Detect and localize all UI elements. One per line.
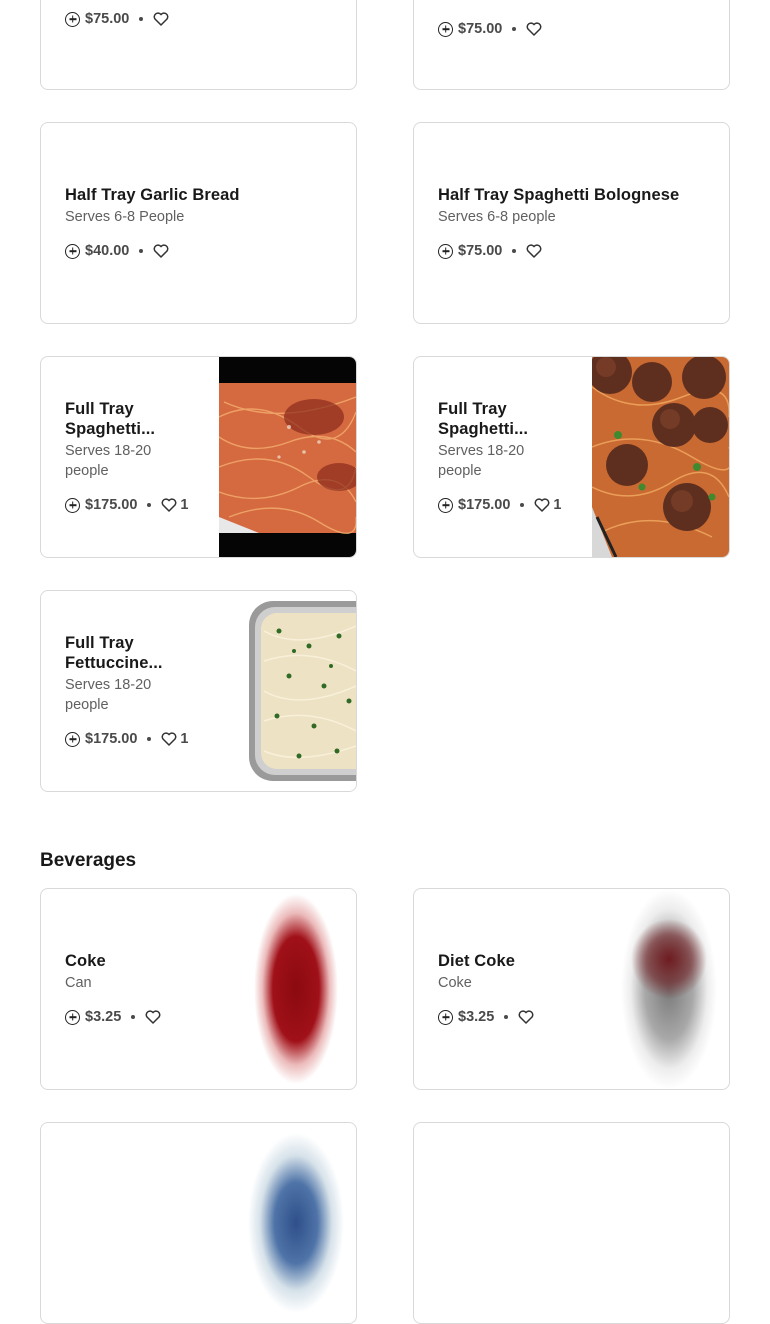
plus-circle-icon[interactable] <box>65 731 80 747</box>
beverage-photo <box>196 1123 356 1323</box>
item-meta: $175.00 1 <box>65 495 192 515</box>
diet-coke-can-photo <box>569 889 729 1089</box>
plus-circle-icon[interactable] <box>65 243 80 259</box>
item-meta: $175.00 1 <box>438 495 565 515</box>
item-title: Half Tray Spaghetti Bolognese <box>438 186 680 204</box>
item-price: $75.00 <box>458 243 503 259</box>
heart-icon[interactable] <box>153 244 169 258</box>
item-meta: $75.00 <box>65 9 332 29</box>
separator-dot <box>504 1015 509 1019</box>
plus-circle-icon[interactable] <box>65 497 80 513</box>
plus-circle-icon[interactable] <box>65 1009 80 1025</box>
item-price: $75.00 <box>458 21 503 37</box>
item-description: Serves 18-20 people <box>65 443 152 479</box>
menu-item-card[interactable]: Half Tray Garlic Bread Serves 6-8 People… <box>40 122 357 324</box>
item-meta: $3.25 <box>65 1007 192 1027</box>
separator-dot <box>131 1015 136 1019</box>
heart-icon[interactable] <box>526 244 542 258</box>
menu-item-card[interactable] <box>40 1122 357 1324</box>
item-price: $175.00 <box>458 497 511 513</box>
plus-circle-icon[interactable] <box>438 497 453 513</box>
like-count: 1 <box>180 731 189 747</box>
heart-icon[interactable] <box>534 498 550 512</box>
item-title: Coke <box>65 952 106 970</box>
coke-can-photo <box>196 889 356 1089</box>
item-price: $75.00 <box>85 11 130 27</box>
spaghetti-with-tomato-sauce-photo <box>219 357 356 557</box>
like-count: 1 <box>180 497 189 513</box>
item-description: Serves 6-8 People <box>65 209 185 225</box>
menu-item-card[interactable]: Full Tray Spaghetti... Serves 18-20 peop… <box>40 356 357 558</box>
separator-dot <box>139 17 144 21</box>
item-description: Serves 18-20 people <box>438 443 525 479</box>
plus-circle-icon[interactable] <box>438 243 453 259</box>
menu-item-card[interactable]: Full Tray Fettuccine... Serves 18-20 peo… <box>40 590 357 792</box>
item-title: Full Tray Fettuccine... <box>65 634 163 672</box>
item-description: Coke <box>438 975 472 991</box>
item-meta: $3.25 <box>438 1007 565 1027</box>
menu-item-card[interactable]: Diet Coke Coke $3.25 <box>413 888 730 1090</box>
item-price: $3.25 <box>458 1009 495 1025</box>
menu-item-card[interactable]: $75.00 <box>413 0 730 90</box>
separator-dot <box>512 27 517 31</box>
like-count: 1 <box>553 497 562 513</box>
menu-item-card[interactable]: Half Tray Spaghetti Bolognese Serves 6-8… <box>413 122 730 324</box>
item-description: Can <box>65 975 92 991</box>
item-meta: $40.00 <box>65 241 332 261</box>
separator-dot <box>147 737 152 741</box>
separator-dot <box>520 503 525 507</box>
item-title: Full Tray Spaghetti... <box>438 400 529 438</box>
item-meta: $175.00 1 <box>65 729 192 749</box>
plus-circle-icon[interactable] <box>65 11 80 27</box>
spaghetti-and-meatballs-photo <box>592 357 729 557</box>
separator-dot <box>147 503 152 507</box>
item-description: Serves 18-20 people <box>65 677 152 713</box>
menu-item-card[interactable]: Full Tray Spaghetti... Serves 18-20 peop… <box>413 356 730 558</box>
menu-item-card[interactable]: $75.00 <box>40 0 357 90</box>
item-title: Full Tray Spaghetti... <box>65 400 156 438</box>
menu-item-card[interactable] <box>413 1122 730 1324</box>
separator-dot <box>512 249 517 253</box>
separator-dot <box>139 249 144 253</box>
heart-icon[interactable] <box>161 498 177 512</box>
item-price: $175.00 <box>85 731 138 747</box>
item-price: $3.25 <box>85 1009 122 1025</box>
item-price: $40.00 <box>85 243 130 259</box>
heart-icon[interactable] <box>518 1010 534 1024</box>
heart-icon[interactable] <box>145 1010 161 1024</box>
plus-circle-icon[interactable] <box>438 1009 453 1025</box>
section-title-beverages: Beverages <box>40 850 137 871</box>
item-meta: $75.00 <box>438 19 705 39</box>
heart-icon[interactable] <box>153 12 169 26</box>
menu-item-card[interactable]: Coke Can $3.25 <box>40 888 357 1090</box>
heart-icon[interactable] <box>526 22 542 36</box>
item-title: Half Tray Garlic Bread <box>65 186 240 204</box>
item-price: $175.00 <box>85 497 138 513</box>
heart-icon[interactable] <box>161 732 177 746</box>
item-meta: $75.00 <box>438 241 705 261</box>
fettuccine-alfredo-tray-photo <box>219 591 356 791</box>
item-title: Diet Coke <box>438 952 516 970</box>
item-description: Serves 6-8 people <box>438 209 556 225</box>
plus-circle-icon[interactable] <box>438 21 453 37</box>
